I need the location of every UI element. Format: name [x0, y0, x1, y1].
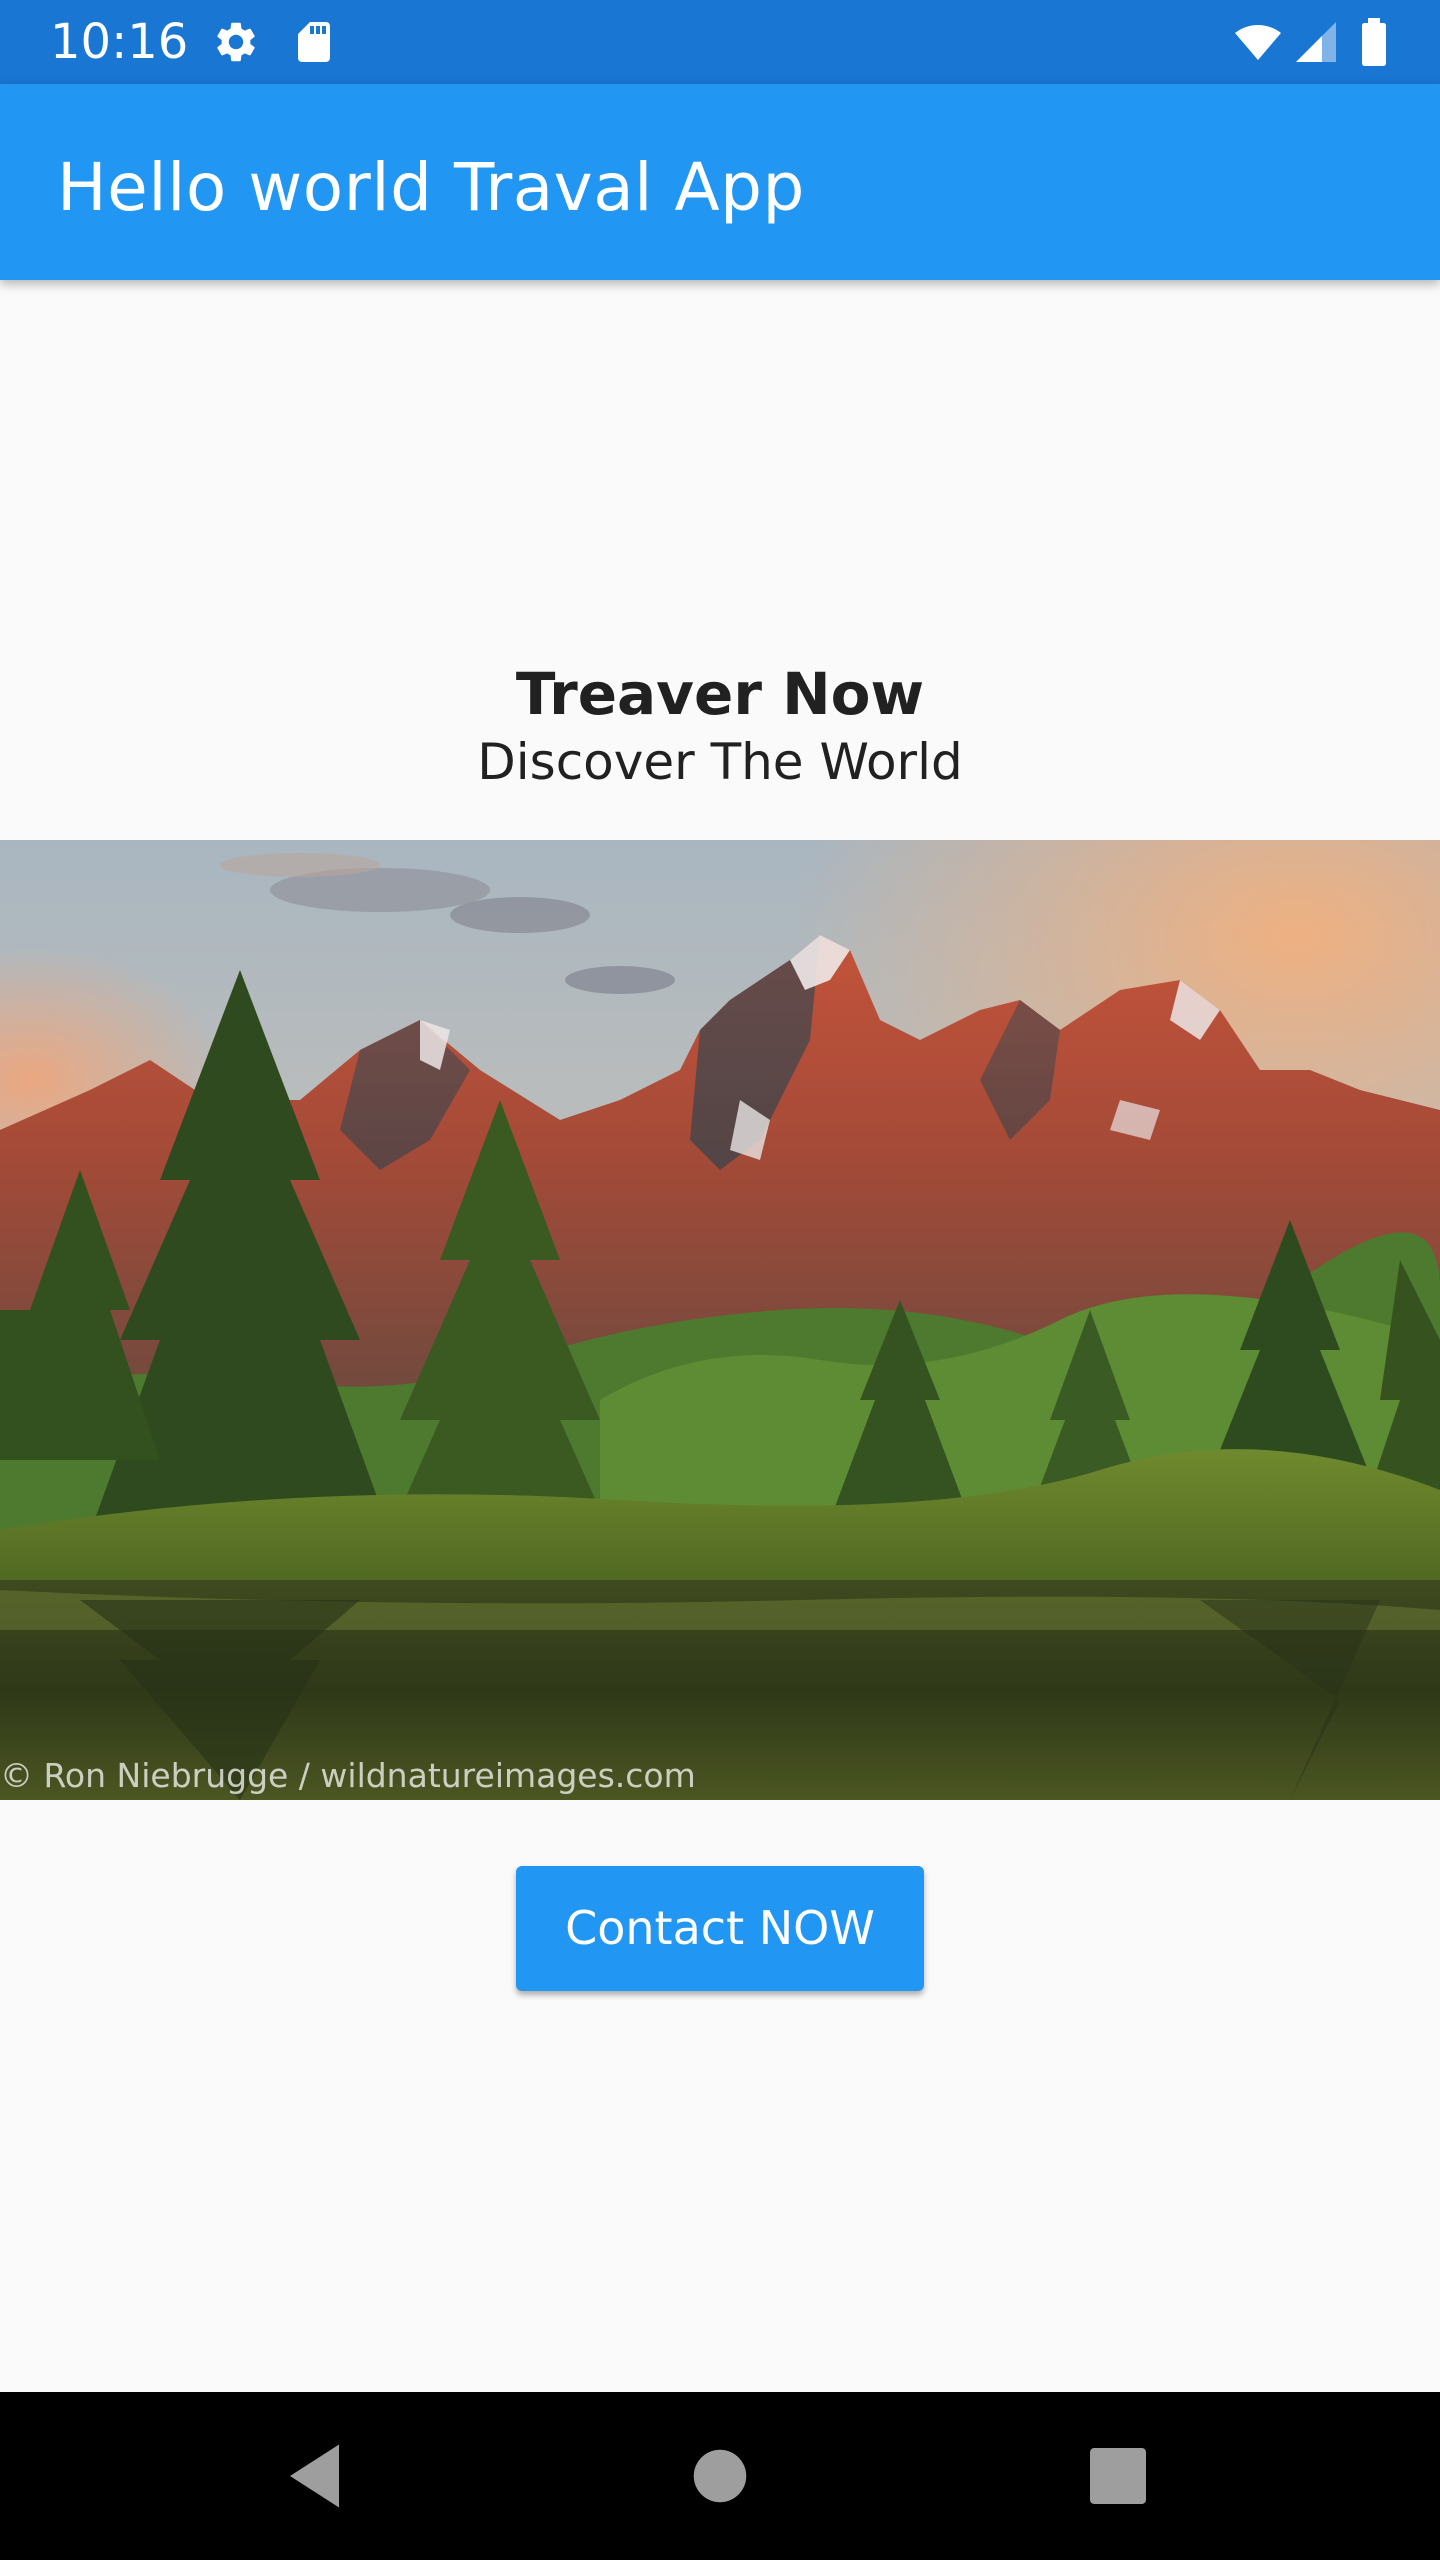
navigation-bar [0, 2392, 1440, 2560]
headline: Treaver Now [515, 660, 925, 728]
signal-icon [1292, 18, 1340, 66]
app-bar: Hello world Traval App [0, 84, 1440, 280]
status-bar: 10:16 [0, 0, 1440, 84]
recents-icon[interactable] [1076, 2434, 1160, 2518]
image-credit: © Ron Niebrugge / wildnatureimages.com [0, 1756, 696, 1795]
sd-card-icon [290, 18, 338, 66]
mountain-landscape-image [0, 840, 1440, 1800]
status-time: 10:16 [50, 14, 189, 70]
wifi-icon [1230, 18, 1286, 66]
home-icon[interactable] [678, 2434, 762, 2518]
hero-image: © Ron Niebrugge / wildnatureimages.com [0, 840, 1440, 1800]
back-icon[interactable] [276, 2434, 360, 2518]
battery-icon [1352, 18, 1396, 66]
contact-now-button[interactable]: Contact NOW [516, 1866, 924, 1991]
app-title: Hello world Traval App [57, 149, 805, 226]
subheadline: Discover The World [477, 733, 963, 791]
settings-icon [212, 18, 260, 66]
